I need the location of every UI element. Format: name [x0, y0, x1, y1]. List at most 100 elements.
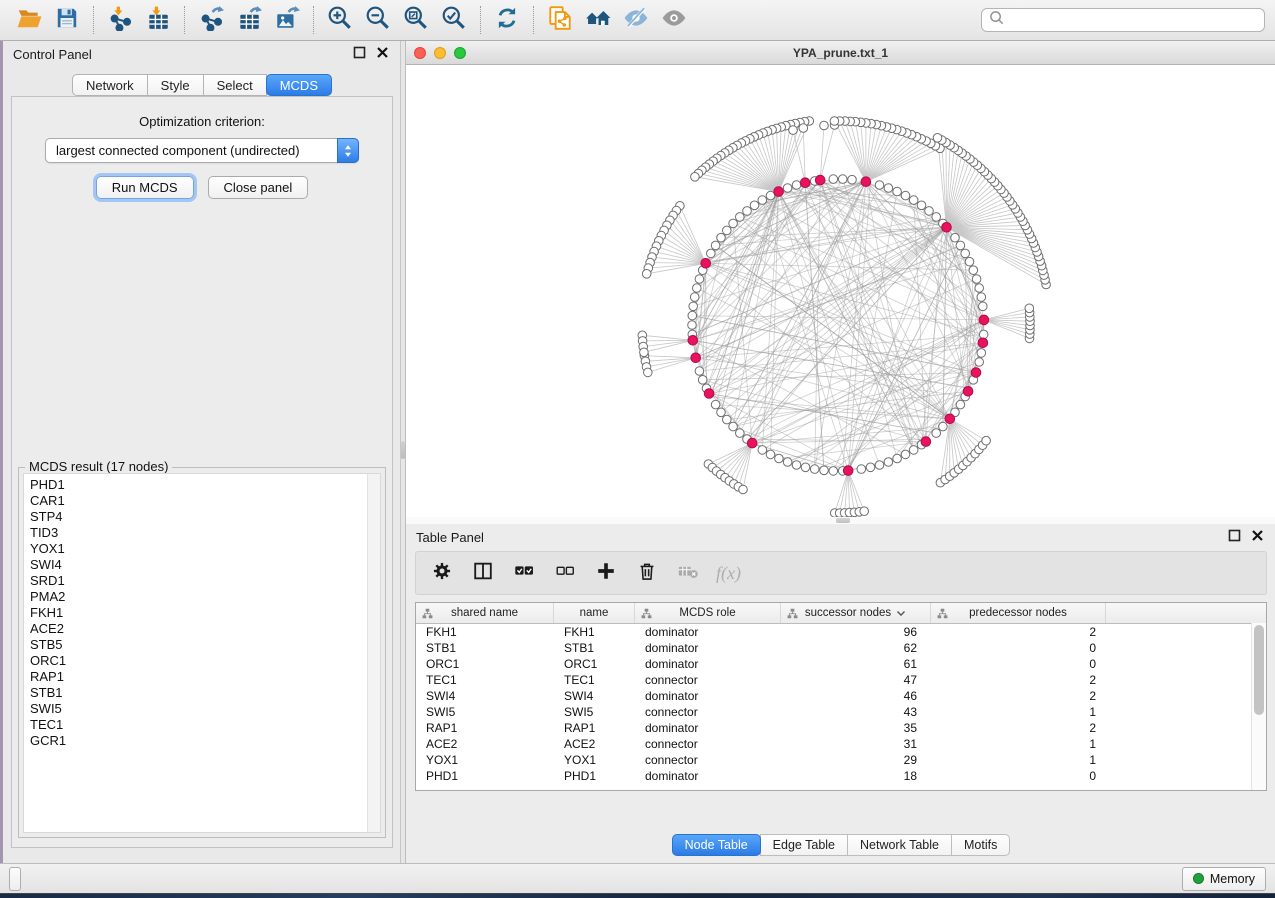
float-panel-icon[interactable] — [1227, 528, 1242, 546]
column-header-shared-name[interactable]: shared name — [416, 603, 554, 623]
column-header-predecessor-nodes[interactable]: predecessor nodes — [931, 603, 1106, 623]
zoom-in-button[interactable] — [321, 4, 359, 36]
mcds-hub-node[interactable] — [921, 437, 931, 447]
mcds-result-list[interactable]: PHD1CAR1STP4TID3YOX1SWI4SRD1PMA2FKH1ACE2… — [30, 477, 366, 830]
select-all-button[interactable] — [511, 560, 537, 586]
optimization-select[interactable]: largest connected component (undirected) — [45, 138, 359, 163]
mcds-hub-node[interactable] — [701, 259, 711, 269]
mcds-hub-node[interactable] — [747, 438, 757, 448]
copy-document-button[interactable] — [541, 4, 579, 36]
table-scrollbar[interactable] — [1251, 623, 1266, 790]
mcds-result-item[interactable]: STB1 — [30, 685, 366, 701]
mcds-result-item[interactable]: SWI5 — [30, 701, 366, 717]
mcds-hub-node[interactable] — [774, 187, 784, 197]
import-table-button[interactable] — [139, 4, 177, 36]
mcds-result-item[interactable]: CAR1 — [30, 493, 366, 509]
mcds-hub-node[interactable] — [978, 338, 988, 348]
column-header-name[interactable]: name — [554, 603, 635, 623]
mcds-result-item[interactable]: YOX1 — [30, 541, 366, 557]
table-row[interactable]: ACE2ACE2connector311 — [416, 736, 1266, 752]
table-row[interactable]: STB1STB1dominator620 — [416, 640, 1266, 656]
splitter-grip-h[interactable] — [836, 518, 850, 523]
mcds-hub-node[interactable] — [979, 315, 989, 325]
zoom-fit-button[interactable] — [397, 4, 435, 36]
function-builder-button[interactable]: f(x) — [716, 563, 741, 584]
mcds-hub-node[interactable] — [861, 177, 871, 187]
mcds-result-item[interactable]: GCR1 — [30, 733, 366, 749]
first-neighbors-button[interactable] — [579, 4, 617, 36]
mcds-hub-node[interactable] — [800, 178, 810, 188]
save-button[interactable] — [48, 4, 86, 36]
column-header-MCDS-role[interactable]: MCDS role — [635, 603, 781, 623]
deselect-all-button[interactable] — [552, 560, 578, 586]
mcds-hub-node[interactable] — [691, 353, 701, 363]
tab-edge-table[interactable]: Edge Table — [760, 834, 848, 856]
split-view-button[interactable] — [470, 560, 496, 586]
import-network-button[interactable] — [101, 4, 139, 36]
tab-mcds[interactable]: MCDS — [266, 74, 332, 96]
mcds-result-item[interactable]: RAP1 — [30, 669, 366, 685]
delete-button[interactable] — [634, 560, 660, 586]
mcds-hub-node[interactable] — [843, 466, 853, 476]
search-input[interactable] — [1010, 12, 1257, 28]
delete-column-button[interactable] — [675, 560, 701, 586]
table-row[interactable]: ORC1ORC1dominator610 — [416, 656, 1266, 672]
mcds-result-item[interactable]: TID3 — [30, 525, 366, 541]
mcds-result-item[interactable]: PHD1 — [30, 477, 366, 493]
mcds-hub-node[interactable] — [815, 175, 825, 185]
tab-motifs[interactable]: Motifs — [951, 834, 1010, 856]
result-scrollbar[interactable] — [367, 474, 380, 832]
zoom-out-button[interactable] — [359, 4, 397, 36]
mcds-result-item[interactable]: TEC1 — [30, 717, 366, 733]
memory-button[interactable]: Memory — [1182, 867, 1266, 891]
tab-network-table[interactable]: Network Table — [847, 834, 952, 856]
task-history-button[interactable] — [9, 867, 21, 891]
table-row[interactable]: YOX1YOX1connector291 — [416, 752, 1266, 768]
table-row[interactable]: SWI4SWI4dominator462 — [416, 688, 1266, 704]
settings-button[interactable] — [429, 560, 455, 586]
column-header-successor-nodes[interactable]: successor nodes — [781, 603, 931, 623]
table-row[interactable]: PHD1PHD1dominator180 — [416, 768, 1266, 784]
mcds-result-item[interactable]: STB5 — [30, 637, 366, 653]
add-button[interactable] — [593, 560, 619, 586]
export-image-button[interactable] — [268, 4, 306, 36]
mcds-result-item[interactable]: ORC1 — [30, 653, 366, 669]
tab-node-table[interactable]: Node Table — [672, 834, 761, 856]
mcds-hub-node[interactable] — [704, 389, 714, 399]
scrollbar-thumb[interactable] — [1254, 625, 1264, 715]
mcds-result-item[interactable]: ACE2 — [30, 621, 366, 637]
mcds-hub-node[interactable] — [688, 336, 698, 346]
close-panel-icon[interactable] — [375, 45, 390, 63]
table-row[interactable]: FKH1FKH1dominator962 — [416, 624, 1266, 640]
tab-select[interactable]: Select — [203, 74, 267, 96]
search-box[interactable] — [981, 8, 1265, 32]
mcds-result-item[interactable]: SRD1 — [30, 573, 366, 589]
open-button[interactable] — [10, 4, 48, 36]
table-row[interactable]: SWI5SWI5connector431 — [416, 704, 1266, 720]
splitter-grip[interactable] — [401, 441, 405, 459]
float-panel-icon[interactable] — [352, 45, 367, 63]
close-panel-icon[interactable] — [1250, 528, 1265, 546]
tab-style[interactable]: Style — [147, 74, 204, 96]
network-canvas[interactable] — [406, 65, 1275, 558]
horizontal-splitter[interactable] — [406, 517, 1275, 524]
zoom-selected-button[interactable] — [435, 4, 473, 36]
mcds-result-item[interactable]: FKH1 — [30, 605, 366, 621]
sort-menu-icon[interactable] — [896, 609, 906, 618]
mcds-hub-node[interactable] — [971, 368, 981, 378]
show-all-button[interactable] — [655, 4, 693, 36]
run-mcds-button[interactable]: Run MCDS — [96, 176, 194, 199]
hide-selected-button[interactable] — [617, 4, 655, 36]
mcds-result-item[interactable]: SWI4 — [30, 557, 366, 573]
mcds-hub-node[interactable] — [945, 414, 955, 424]
tab-network[interactable]: Network — [72, 74, 148, 96]
mcds-result-item[interactable]: PMA2 — [30, 589, 366, 605]
refresh-button[interactable] — [488, 4, 526, 36]
mcds-hub-node[interactable] — [942, 223, 952, 233]
export-table-button[interactable] — [230, 4, 268, 36]
mcds-result-item[interactable]: STP4 — [30, 509, 366, 525]
export-network-button[interactable] — [192, 4, 230, 36]
table-row[interactable]: TEC1TEC1connector472 — [416, 672, 1266, 688]
close-panel-button[interactable]: Close panel — [208, 176, 309, 199]
mcds-hub-node[interactable] — [963, 387, 973, 397]
